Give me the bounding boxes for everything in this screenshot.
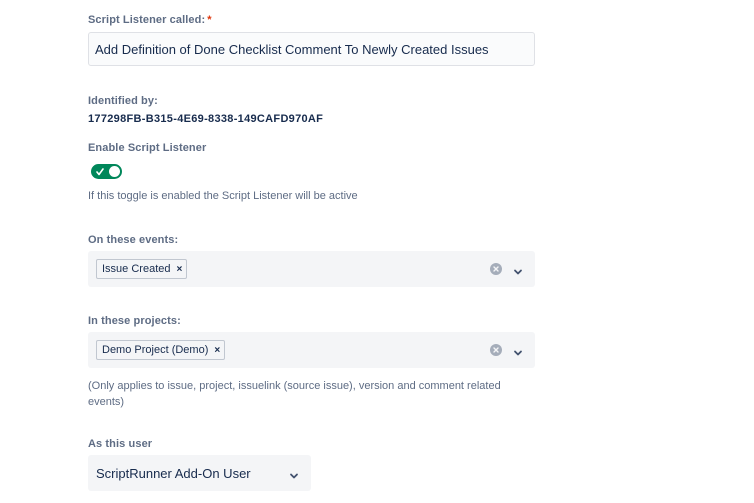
check-icon bbox=[96, 165, 104, 182]
enable-label: Enable Script Listener bbox=[88, 142, 207, 154]
project-tag-label: Demo Project (Demo) bbox=[102, 344, 209, 356]
project-tag: Demo Project (Demo) × bbox=[96, 340, 226, 360]
close-icon[interactable]: × bbox=[176, 264, 182, 275]
required-marker: * bbox=[207, 14, 212, 26]
clear-icon[interactable] bbox=[490, 344, 502, 356]
user-label: As this user bbox=[88, 438, 153, 450]
projects-helper-text: (Only applies to issue, project, issueli… bbox=[88, 380, 501, 408]
identifier-value: 177298FB-B315-4E69-8338-149CAFD970AF bbox=[88, 113, 324, 125]
chevron-down-icon[interactable] bbox=[289, 468, 299, 479]
projects-select[interactable]: Demo Project (Demo) × bbox=[88, 332, 535, 368]
events-select[interactable]: Issue Created × bbox=[88, 251, 535, 287]
enable-toggle[interactable] bbox=[91, 164, 122, 179]
script-listener-name-input[interactable] bbox=[88, 32, 535, 66]
event-tag-label: Issue Created bbox=[102, 263, 171, 275]
toggle-knob bbox=[109, 166, 120, 177]
user-select-value: ScriptRunner Add-On User bbox=[96, 466, 251, 481]
close-icon[interactable]: × bbox=[214, 345, 220, 356]
script-listener-label-text: Script Listener called: bbox=[88, 14, 206, 26]
enable-helper-text: If this toggle is enabled the Script Lis… bbox=[88, 190, 358, 202]
identified-by-label: Identified by: bbox=[88, 95, 158, 107]
events-label: On these events: bbox=[88, 234, 179, 246]
script-listener-form: Script Listener called:* Identified by: … bbox=[0, 0, 754, 503]
event-tag: Issue Created × bbox=[96, 259, 188, 279]
script-listener-label: Script Listener called: * bbox=[88, 14, 212, 26]
clear-icon[interactable] bbox=[490, 263, 502, 275]
user-select[interactable]: ScriptRunner Add-On User bbox=[88, 455, 311, 491]
chevron-down-icon[interactable] bbox=[513, 345, 523, 356]
projects-label: In these projects: bbox=[88, 315, 181, 327]
chevron-down-icon[interactable] bbox=[513, 264, 523, 275]
